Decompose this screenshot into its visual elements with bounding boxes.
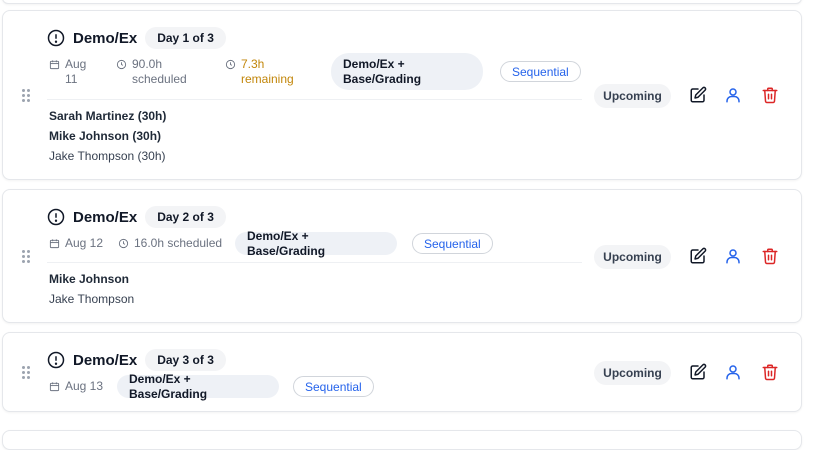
trash-icon[interactable] (761, 247, 779, 265)
alert-circle-icon (47, 208, 65, 226)
assignee: Mike Johnson (49, 272, 130, 286)
category-badge: Demo/Ex + Base/Grading (331, 53, 483, 90)
scheduled-hours: 16.0h scheduled (118, 236, 222, 251)
divider (47, 99, 582, 100)
day-badge: Day 1 of 3 (145, 27, 226, 49)
task-date: Aug 13 (49, 379, 103, 394)
edit-icon[interactable] (689, 86, 707, 104)
clock-icon (118, 238, 129, 249)
alert-circle-icon (47, 29, 65, 47)
task-title: Demo/Ex (73, 351, 138, 369)
divider (47, 262, 582, 263)
day-badge: Day 3 of 3 (145, 349, 226, 371)
assignee: Jake Thompson (49, 292, 135, 306)
task-header: Demo/Ex Day 1 of 3 (47, 27, 226, 49)
day-badge: Day 2 of 3 (145, 206, 226, 228)
remaining-hours: 7.3h remaining (225, 57, 294, 87)
task-card: Demo/Ex Day 3 of 3 Aug 13 Demo/Ex + Base… (2, 332, 802, 412)
user-icon[interactable] (724, 363, 742, 381)
edit-icon[interactable] (689, 247, 707, 265)
previous-task-card (2, 0, 802, 4)
mode-badge: Sequential (412, 233, 493, 254)
status-badge: Upcoming (594, 84, 671, 108)
drag-handle-icon[interactable] (22, 250, 32, 264)
assignee: Sarah Martinez (30h) (49, 109, 167, 123)
scheduled-hours: 90.0h scheduled (116, 57, 187, 87)
clock-icon (116, 59, 127, 70)
task-header: Demo/Ex Day 3 of 3 (47, 349, 226, 371)
task-title: Demo/Ex (73, 208, 138, 226)
task-title: Demo/Ex (73, 29, 138, 47)
calendar-icon (49, 60, 60, 70)
category-badge: Demo/Ex + Base/Grading (235, 229, 397, 258)
assignee: Mike Johnson (30h) (49, 129, 162, 143)
assignee: Jake Thompson (30h) (49, 149, 166, 163)
task-header: Demo/Ex Day 2 of 3 (47, 206, 226, 228)
user-icon[interactable] (724, 247, 742, 265)
mode-badge: Sequential (500, 61, 581, 82)
task-date: Aug 11 (49, 57, 86, 87)
calendar-icon (49, 382, 60, 392)
status-badge: Upcoming (594, 245, 671, 269)
trash-icon[interactable] (761, 363, 779, 381)
next-task-card (2, 430, 802, 450)
alert-circle-icon (47, 351, 65, 369)
trash-icon[interactable] (761, 86, 779, 104)
edit-icon[interactable] (689, 363, 707, 381)
task-card: Demo/Ex Day 2 of 3 Aug 12 16.0h schedule… (2, 189, 802, 323)
status-badge: Upcoming (594, 361, 671, 385)
drag-handle-icon[interactable] (22, 366, 32, 380)
mode-badge: Sequential (293, 376, 374, 397)
user-icon[interactable] (724, 86, 742, 104)
calendar-icon (49, 239, 60, 249)
task-card: Demo/Ex Day 1 of 3 Aug 11 90.0h scheduled … (2, 10, 802, 180)
task-date: Aug 12 (49, 236, 103, 251)
category-badge: Demo/Ex + Base/Grading (117, 372, 279, 401)
clock-icon (225, 59, 236, 70)
drag-handle-icon[interactable] (22, 89, 32, 103)
